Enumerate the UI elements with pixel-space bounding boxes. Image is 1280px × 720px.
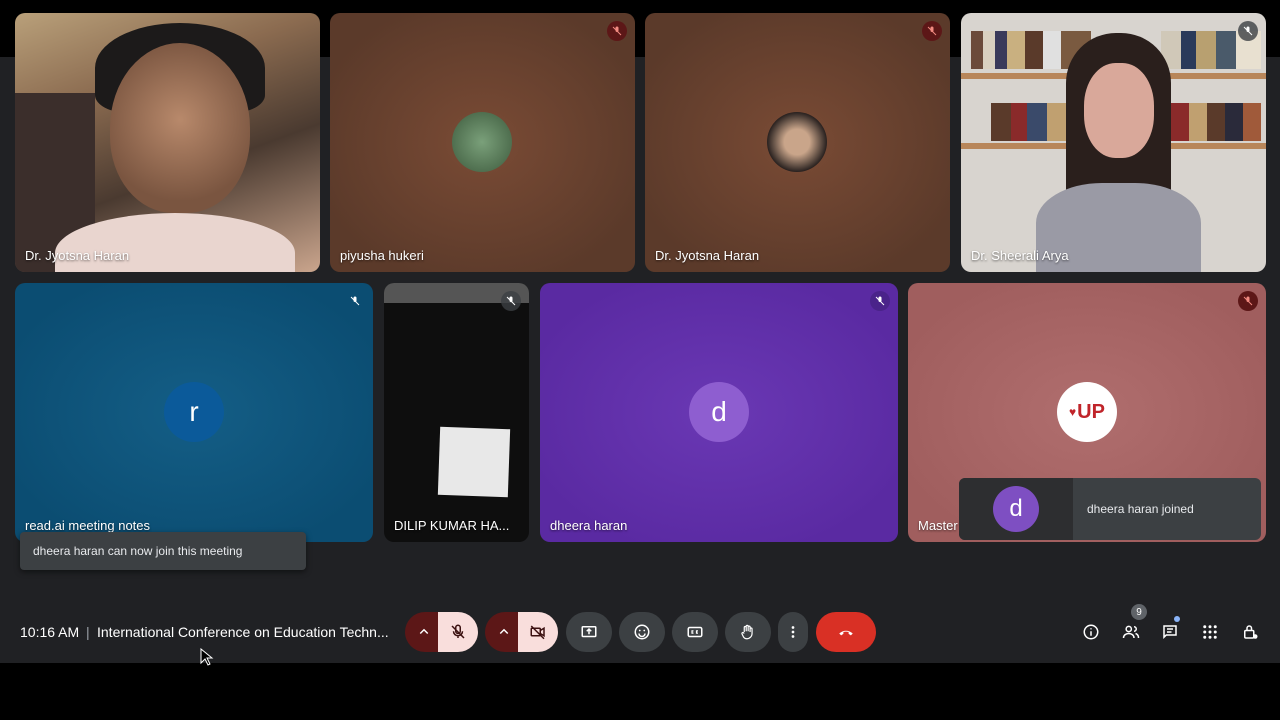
meeting-details-button[interactable] — [1079, 620, 1103, 644]
toast-text: dheera haran can now join this meeting — [33, 544, 243, 558]
present-button[interactable] — [566, 612, 612, 652]
participant-name: Dr. Jyotsna Haran — [25, 248, 130, 263]
participant-name: DILIP KUMAR HA... — [394, 518, 510, 533]
participant-name: dheera haran — [550, 518, 628, 533]
joined-text: dheera haran joined — [1087, 502, 1194, 516]
participant-tile-video[interactable]: DILIP KUMAR HA... — [384, 283, 529, 542]
people-button[interactable] — [1119, 620, 1143, 644]
mic-off-icon — [451, 624, 465, 639]
participant-face — [110, 43, 250, 213]
people-icon — [1122, 625, 1140, 639]
mic-off-icon — [501, 291, 521, 311]
join-permission-toast: dheera haran can now join this meeting — [20, 532, 306, 570]
meeting-title: International Conference on Education Te… — [97, 624, 389, 640]
avatar-letter: d — [689, 382, 749, 442]
participant-tile-video[interactable]: Dr. Jyotsna Haran — [15, 13, 320, 272]
camera-toggle-button[interactable] — [518, 612, 558, 652]
leave-call-button[interactable] — [816, 612, 876, 652]
chevron-up-icon — [419, 628, 429, 635]
mic-off-icon — [870, 291, 890, 311]
participant-count-badge: 9 — [1131, 604, 1147, 620]
avatar-photo — [767, 112, 827, 172]
participant-joined-notification: d dheera haran joined — [959, 478, 1261, 540]
participant-tile-video[interactable]: Dr. Sheerali Arya — [961, 13, 1266, 272]
logo-avatar: ♥ UP — [1057, 382, 1117, 442]
chat-button[interactable] — [1158, 620, 1182, 644]
lock-person-icon — [1244, 625, 1258, 639]
avatar-letter: r — [164, 382, 224, 442]
participant-name: Dr. Jyotsna Haran — [655, 248, 760, 263]
participant-tile[interactable]: r read.ai meeting notes — [15, 283, 373, 542]
videocam-off-icon — [530, 625, 545, 640]
meeting-time: 10:16 AM — [20, 624, 80, 640]
host-controls-button[interactable] — [1238, 620, 1262, 644]
avatar-photo — [452, 112, 512, 172]
raise-hand-button[interactable] — [725, 612, 771, 652]
mic-off-icon — [922, 21, 942, 41]
mic-off-icon — [607, 21, 627, 41]
participant-name: Dr. Sheerali Arya — [971, 248, 1069, 263]
more-options-button[interactable] — [778, 612, 808, 652]
participant-name: piyusha hukeri — [340, 248, 424, 263]
video-paper — [437, 426, 511, 498]
divider: | — [86, 624, 90, 640]
chevron-up-icon — [499, 628, 509, 635]
present-screen-icon — [581, 626, 597, 638]
participant-tile[interactable]: Dr. Jyotsna Haran — [645, 13, 950, 272]
chat-icon — [1163, 625, 1177, 640]
hand-icon — [741, 624, 753, 640]
books — [1171, 103, 1261, 141]
apps-icon — [1203, 625, 1217, 639]
participant-name: read.ai meeting notes — [25, 518, 151, 533]
captions-icon — [687, 626, 703, 638]
mic-off-icon — [1238, 21, 1258, 41]
logo-mark-icon: ♥ — [1069, 405, 1077, 419]
more-vert-icon — [791, 626, 795, 638]
mouse-cursor-icon — [200, 648, 214, 666]
joined-avatar: d — [993, 486, 1039, 532]
chat-notification-dot — [1174, 616, 1180, 622]
participant-tile[interactable]: d dheera haran — [540, 283, 898, 542]
activities-button[interactable] — [1198, 620, 1222, 644]
mic-off-icon — [345, 291, 365, 311]
participant-tile[interactable]: piyusha hukeri — [330, 13, 635, 272]
emoji-icon — [634, 624, 650, 640]
joined-avatar-area: d — [959, 478, 1073, 540]
logo-text: UP — [1077, 400, 1105, 423]
reactions-button[interactable] — [619, 612, 665, 652]
captions-button[interactable] — [672, 612, 718, 652]
control-bar: 10:16 AM | International Conference on E… — [0, 600, 1280, 662]
participant-name: Master — [918, 518, 958, 533]
info-icon — [1083, 624, 1099, 640]
mic-off-icon — [1238, 291, 1258, 311]
call-end-icon — [839, 630, 853, 636]
mic-toggle-button[interactable] — [438, 612, 478, 652]
participant-figure — [1036, 33, 1201, 272]
